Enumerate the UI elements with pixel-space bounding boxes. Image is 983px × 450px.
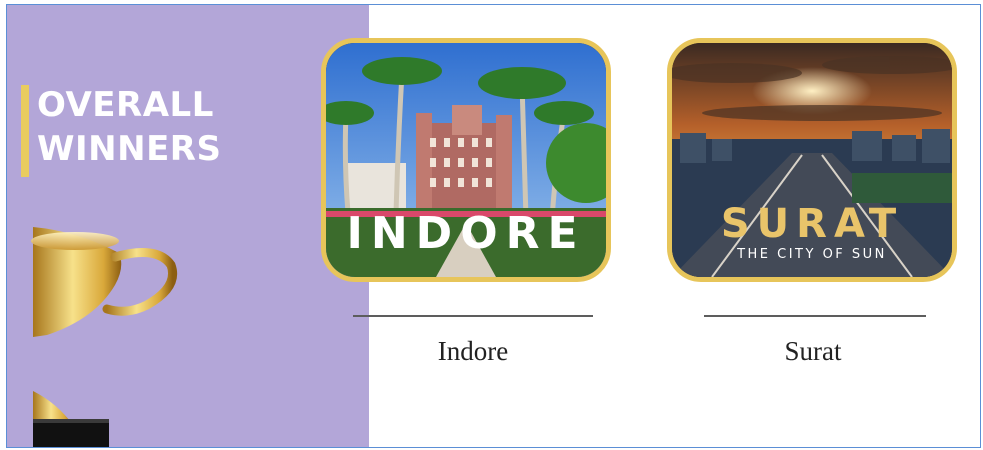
indore-caption: Indore (437, 336, 509, 366)
indore-photo: INDORE (326, 43, 606, 277)
indore-divider (353, 315, 593, 317)
surat-overlay-subtext: THE CITY OF SUN (736, 247, 887, 262)
indore-overlay-text: INDORE (346, 208, 585, 259)
surat-overlay-text: SURAT (721, 201, 903, 247)
winner-card-indore: INDORE (321, 38, 611, 282)
left-panel: OVERALL WINNERS (7, 5, 369, 447)
surat-photo: SURAT THE CITY OF SUN (672, 43, 952, 277)
trophy-icon (31, 227, 177, 447)
surat-divider (704, 315, 926, 317)
winners-slide: OVERALL WINNERS INDORE SURAT THE CITY OF… (6, 4, 981, 448)
surat-caption: Surat (784, 336, 842, 366)
winner-card-surat: SURAT THE CITY OF SUN (667, 38, 957, 282)
